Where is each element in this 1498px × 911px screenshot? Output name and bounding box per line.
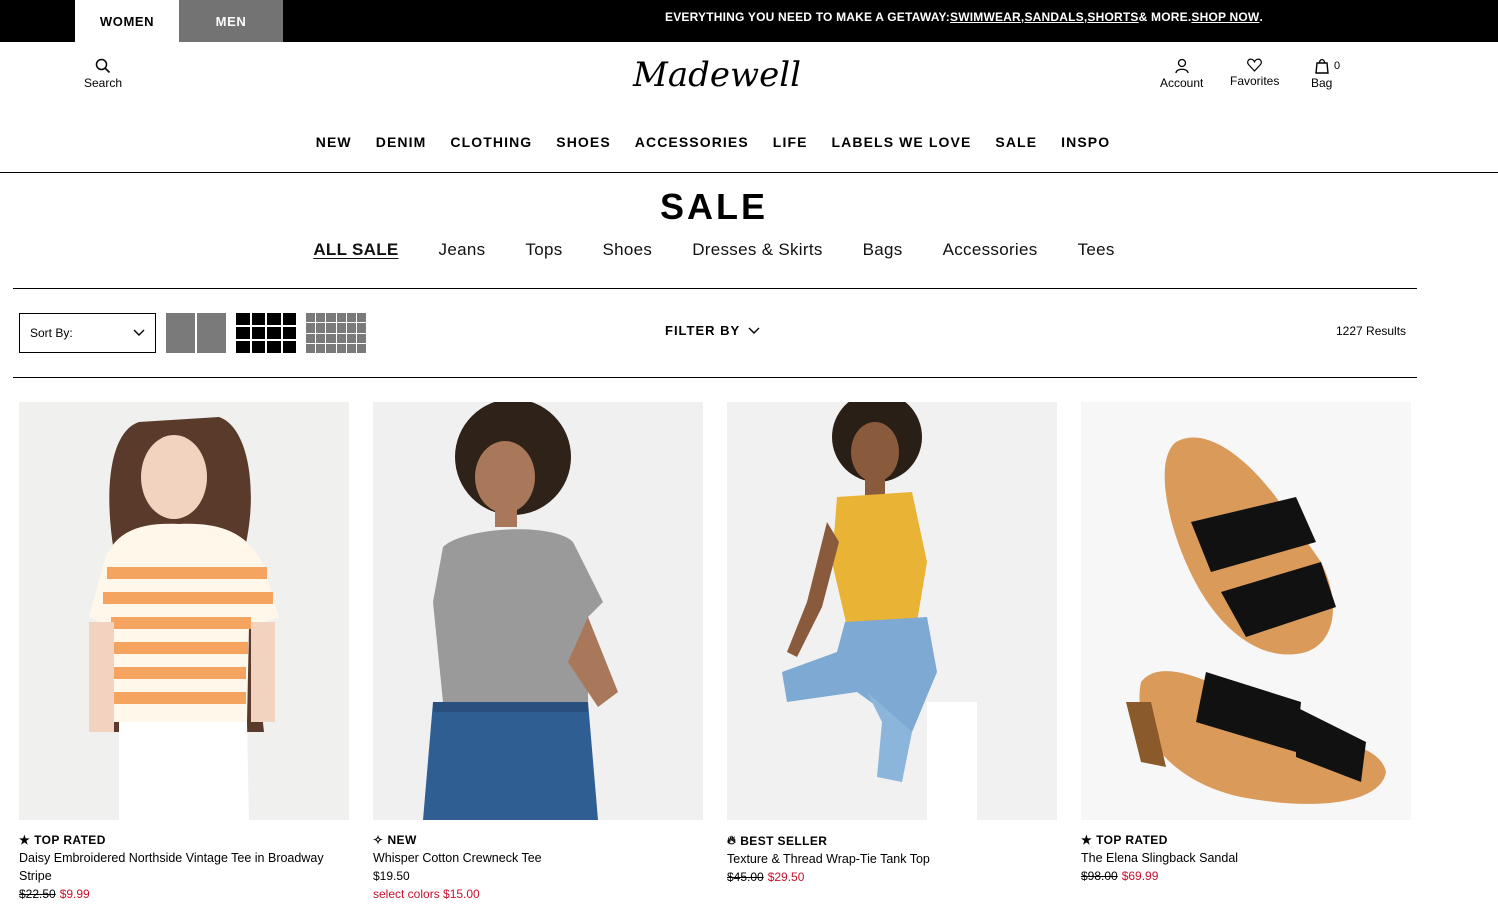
nav-item-life[interactable]: LIFE — [773, 134, 808, 150]
product-photo-gray-tee — [373, 402, 703, 820]
product-photo-striped-tee — [19, 402, 349, 820]
product-name[interactable]: Texture & Thread Wrap-Tie Tank Top — [727, 850, 1057, 868]
product-price: $19.50 — [373, 867, 703, 885]
account-label: Account — [1160, 76, 1204, 90]
nav-item-labels-we-love[interactable]: LABELS WE LOVE — [832, 134, 972, 150]
search-label: Search — [84, 76, 123, 90]
nav-item-clothing[interactable]: CLOTHING — [450, 134, 532, 150]
nav-item-sale[interactable]: SALE — [995, 134, 1037, 150]
product-price: $22.50 $9.99 — [19, 885, 349, 903]
sort-by-label: Sort By: — [30, 326, 73, 340]
product-badge: 🔥︎ BEST SELLER — [727, 833, 1057, 848]
tab-women[interactable]: WOMEN — [75, 0, 179, 42]
promo-shop-now-link[interactable]: SHOP NOW — [1191, 10, 1259, 24]
nav-item-denim[interactable]: DENIM — [376, 134, 427, 150]
select-colors-price: select colors $15.00 — [373, 887, 480, 901]
nav-item-inspo[interactable]: INSPO — [1061, 134, 1110, 150]
product-name[interactable]: Whisper Cotton Crewneck Tee — [373, 849, 703, 867]
filter-by-label: FILTER BY — [665, 323, 741, 338]
grid-view-6-columns[interactable] — [306, 313, 366, 353]
original-price: $22.50 — [19, 887, 56, 901]
chevron-down-icon — [133, 329, 145, 336]
regular-price: $19.50 — [373, 869, 410, 883]
category-shoes[interactable]: Shoes — [603, 240, 653, 260]
category-jeans[interactable]: Jeans — [439, 240, 486, 260]
heart-icon — [1247, 58, 1263, 72]
promo-text: EVERYTHING YOU NEED TO MAKE A GETAWAY: — [665, 10, 950, 24]
results-count: 1227 Results — [1336, 324, 1407, 338]
product-badge: ★ TOP RATED — [1081, 833, 1411, 847]
grid-view-4-columns[interactable] — [236, 313, 296, 353]
category-dresses-skirts[interactable]: Dresses & Skirts — [692, 240, 822, 260]
bag-label: Bag — [1311, 76, 1333, 90]
divider — [13, 377, 1417, 378]
product-image[interactable] — [727, 402, 1057, 820]
tab-men[interactable]: MEN — [179, 0, 283, 42]
page-title: SALE — [659, 186, 768, 227]
star-icon: ★ — [1081, 833, 1093, 847]
nav-item-new[interactable]: NEW — [316, 134, 352, 150]
sale-price: $69.99 — [1121, 869, 1159, 883]
sort-by-select[interactable]: Sort By: — [19, 313, 156, 353]
category-all-sale[interactable]: ALL SALE — [313, 240, 398, 260]
bag-count: 0 — [1334, 60, 1341, 72]
category-tees[interactable]: Tees — [1078, 240, 1115, 260]
account-icon — [1175, 58, 1189, 74]
promo-link-swimwear[interactable]: SWIMWEAR — [950, 10, 1021, 24]
favorites-button[interactable]: Favorites — [1230, 58, 1279, 88]
promo-text-mid: & MORE. — [1138, 10, 1192, 24]
flame-icon: 🔥︎ — [727, 833, 737, 847]
category-tops[interactable]: Tops — [525, 240, 562, 260]
search-button[interactable]: Search — [84, 58, 122, 90]
product-name[interactable]: Daisy Embroidered Northside Vintage Tee … — [19, 849, 349, 885]
product-price: $45.00 $29.50 — [727, 868, 1057, 886]
product-photo-yellow-tank — [727, 402, 1057, 820]
nav-item-shoes[interactable]: SHOES — [556, 134, 611, 150]
bag-icon — [1314, 58, 1329, 74]
search-icon — [95, 58, 111, 74]
divider — [0, 172, 1498, 173]
product-image[interactable] — [373, 402, 703, 820]
top-bar: WOMEN MEN EVERYTHING YOU NEED TO MAKE A … — [0, 0, 1498, 42]
product-image[interactable] — [19, 402, 349, 820]
filter-by-button[interactable]: FILTER BY — [665, 323, 760, 338]
logo-text: Madewell — [632, 55, 801, 95]
account-button[interactable]: Account — [1160, 58, 1203, 90]
chevron-down-icon — [748, 327, 760, 334]
divider — [13, 288, 1417, 289]
sale-price: $29.50 — [767, 870, 805, 884]
category-bags[interactable]: Bags — [863, 240, 903, 260]
product-name[interactable]: The Elena Slingback Sandal — [1081, 849, 1411, 867]
category-nav: ALL SALE Jeans Tops Shoes Dresses & Skir… — [0, 240, 1428, 260]
product-photo-sandals — [1081, 402, 1411, 820]
product-card[interactable]: ★ TOP RATED The Elena Slingback Sandal $… — [1081, 402, 1411, 885]
star-icon: ★ — [19, 833, 31, 847]
promo-text-end: . — [1259, 10, 1263, 24]
badge-label: TOP RATED — [1096, 833, 1168, 847]
promo-link-sandals[interactable]: SANDALS — [1024, 10, 1083, 24]
original-price: $98.00 — [1081, 869, 1118, 883]
badge-label: BEST SELLER — [740, 833, 828, 848]
product-badge: ✧ NEW — [373, 833, 703, 847]
promo-banner: EVERYTHING YOU NEED TO MAKE A GETAWAY: S… — [290, 0, 1498, 34]
badge-label: TOP RATED — [34, 833, 106, 847]
product-price: $98.00 $69.99 — [1081, 867, 1411, 885]
product-card[interactable]: ✧ NEW Whisper Cotton Crewneck Tee $19.50… — [373, 402, 703, 903]
product-card[interactable]: ★ TOP RATED Daisy Embroidered Northside … — [19, 402, 349, 903]
sale-price: $9.99 — [59, 887, 90, 901]
product-badge: ★ TOP RATED — [19, 833, 349, 847]
favorites-label: Favorites — [1230, 74, 1280, 88]
original-price: $45.00 — [727, 870, 764, 884]
nav-item-accessories[interactable]: ACCESSORIES — [635, 134, 749, 150]
main-nav: NEW DENIM CLOTHING SHOES ACCESSORIES LIF… — [0, 134, 1498, 150]
madewell-logo[interactable]: Madewell — [625, 52, 810, 102]
sparkle-icon: ✧ — [373, 833, 384, 847]
badge-label: NEW — [387, 833, 417, 847]
promo-link-shorts[interactable]: SHORTS — [1087, 10, 1138, 24]
grid-view-2-columns[interactable] — [166, 313, 226, 353]
product-image[interactable] — [1081, 402, 1411, 820]
bag-button[interactable]: Bag — [1311, 58, 1332, 90]
category-accessories[interactable]: Accessories — [943, 240, 1038, 260]
product-card[interactable]: 🔥︎ BEST SELLER Texture & Thread Wrap-Tie… — [727, 402, 1057, 886]
